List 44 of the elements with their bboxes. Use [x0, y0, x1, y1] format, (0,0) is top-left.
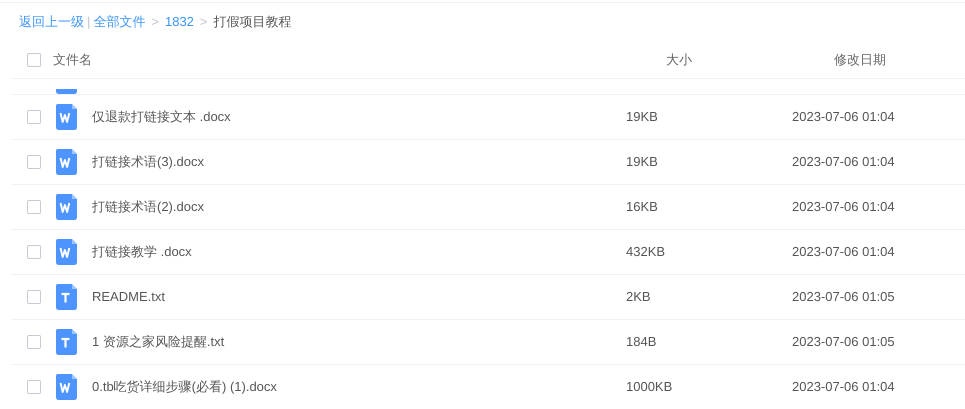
- word-document-icon: [56, 374, 77, 400]
- file-name[interactable]: 0.tb吃货详细步骤(必看) (1).docx: [92, 379, 277, 394]
- file-size: 1000KB: [626, 379, 672, 394]
- column-header[interactable]: 文件名: [53, 50, 92, 70]
- file-size: 16KB: [626, 199, 658, 214]
- breadcrumb-arrow: >: [151, 13, 159, 32]
- checkbox[interactable]: [27, 52, 41, 66]
- file-name[interactable]: 1 资源之家风险提醒.txt: [92, 334, 224, 350]
- checkbox[interactable]: [27, 200, 41, 214]
- modified-date: 2023-07-06 01:04: [792, 154, 895, 170]
- checkbox[interactable]: [27, 290, 41, 304]
- file-size: 19KB: [626, 154, 658, 170]
- checkbox[interactable]: [27, 155, 41, 169]
- file-size: 184B: [626, 334, 656, 350]
- file-name[interactable]: README.txt: [92, 289, 165, 304]
- checkbox[interactable]: [27, 335, 41, 349]
- modified-date: 2023-07-06 01:04: [792, 379, 895, 394]
- file-name[interactable]: 打链接术语(3).docx: [92, 154, 204, 170]
- file-name[interactable]: 仅退款打链接文本 .docx: [92, 109, 231, 124]
- word-document-icon: [56, 239, 77, 265]
- file-name[interactable]: 打链接教学 .docx: [92, 244, 192, 260]
- modified-date: 2023-07-06 01:05: [792, 289, 895, 304]
- file-size: 432KB: [626, 244, 666, 260]
- modified-date: 2023-07-06 01:05: [792, 334, 895, 350]
- breadcrumb-arrow: >: [200, 13, 208, 32]
- text-document-icon: [56, 329, 77, 355]
- checkbox[interactable]: [27, 110, 41, 124]
- modified-date: 2023-07-06 01:04: [792, 109, 895, 124]
- modified-date: 2023-07-06 01:04: [792, 244, 895, 260]
- breadcrumb-current: 打假项目教程: [214, 13, 292, 32]
- file-size: 19KB: [626, 109, 658, 124]
- modified-date: 2023-07-06 01:04: [792, 199, 895, 214]
- word-document-icon: [56, 149, 77, 175]
- file-size: 2KB: [626, 289, 651, 304]
- word-document-icon: [56, 104, 77, 130]
- column-header[interactable]: 修改日期: [834, 50, 886, 70]
- file-name[interactable]: 打链接术语(2).docx: [92, 199, 204, 214]
- column-header[interactable]: 大小: [666, 50, 692, 70]
- text-document-icon: [56, 284, 77, 310]
- checkbox[interactable]: [27, 245, 41, 259]
- checkbox[interactable]: [27, 380, 41, 394]
- word-document-icon: [56, 194, 77, 220]
- separator: |: [87, 13, 90, 32]
- file-icon: [56, 89, 77, 94]
